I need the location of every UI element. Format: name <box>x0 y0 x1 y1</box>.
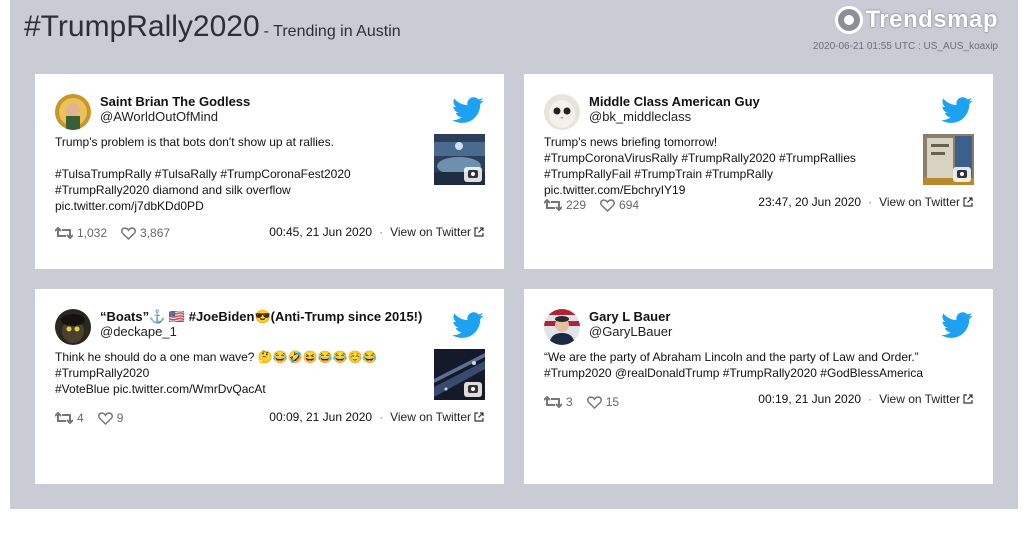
twitter-bird-icon[interactable] <box>452 312 484 339</box>
retweet-count[interactable]: 1,032 <box>55 226 107 240</box>
heart-icon <box>586 395 602 409</box>
tweet-footer: 23:47, 20 Jun 2020 · View on Twitter <box>758 195 973 209</box>
heart-icon <box>97 411 113 425</box>
hashtag-title: #TrumpRally2020 <box>24 10 260 43</box>
tweet-card: “Boats”⚓️ 🇺🇸 #JoeBiden😎(Anti-Trump since… <box>35 289 504 484</box>
like-count[interactable]: 15 <box>586 395 620 409</box>
like-value: 9 <box>116 411 124 425</box>
tweet-footer: 00:09, 21 Jun 2020 · View on Twitter <box>269 410 484 424</box>
tweet-card: Saint Brian The Godless @AWorldOutOfMind… <box>35 74 504 269</box>
media-thumbnail[interactable] <box>434 134 485 185</box>
twitter-bird-icon[interactable] <box>941 97 973 124</box>
page-title: #TrumpRally2020- Trending in Austin <box>24 10 401 44</box>
camera-icon <box>464 382 482 397</box>
retweet-value: 229 <box>566 198 587 212</box>
heart-icon <box>600 198 615 212</box>
retweet-icon <box>544 396 562 408</box>
tweet-date[interactable]: 00:09, 21 Jun 2020 <box>269 410 372 424</box>
external-link-icon <box>474 412 484 422</box>
author-handle[interactable]: @AWorldOutOfMind <box>100 109 218 124</box>
separator-dot: · <box>379 225 384 239</box>
retweet-count[interactable]: 229 <box>544 198 586 212</box>
retweet-icon <box>55 412 73 424</box>
view-on-twitter-link[interactable]: View on Twitter <box>390 410 471 424</box>
tweet-body: Trump's problem is that bots don't show … <box>55 135 351 213</box>
trendsmap-logo[interactable]: Trendsmap <box>835 6 998 34</box>
retweet-value: 3 <box>566 395 573 409</box>
external-link-icon <box>963 197 973 207</box>
author-handle[interactable]: @deckape_1 <box>100 324 177 339</box>
like-count[interactable]: 3,867 <box>121 226 170 240</box>
media-thumbnail[interactable] <box>434 349 485 400</box>
view-on-twitter-link[interactable]: View on Twitter <box>879 392 960 406</box>
tweet-footer: 00:19, 21 Jun 2020 · View on Twitter <box>758 392 973 406</box>
tweet-text: Think he should do a one man wave? 🤔😂🤣😆😂… <box>55 349 425 397</box>
view-on-twitter-link[interactable]: View on Twitter <box>390 225 471 239</box>
separator-dot: · <box>868 392 873 406</box>
author-name[interactable]: Middle Class American Guy <box>589 94 760 109</box>
trending-panel: #TrumpRally2020- Trending in Austin Tren… <box>10 0 1018 509</box>
retweet-count[interactable]: 3 <box>544 395 573 409</box>
retweet-value: 1,032 <box>77 226 108 240</box>
tweet-card: Middle Class American Guy @bk_middleclas… <box>524 74 993 269</box>
trendsmap-globe-icon <box>835 6 864 34</box>
separator-dot: · <box>379 410 384 424</box>
avatar[interactable] <box>55 94 91 130</box>
view-on-twitter-link[interactable]: View on Twitter <box>879 195 960 209</box>
like-count[interactable]: 694 <box>600 198 639 212</box>
tweet-card: Gary L Bauer @GaryLBauer “We are the par… <box>524 289 993 484</box>
author-name[interactable]: Saint Brian The Godless <box>100 94 250 109</box>
author-name[interactable]: Gary L Bauer <box>589 309 670 324</box>
tweet-date[interactable]: 00:45, 21 Jun 2020 <box>269 225 372 239</box>
camera-icon <box>464 167 482 182</box>
avatar[interactable] <box>544 94 580 130</box>
retweet-icon <box>544 199 562 211</box>
external-link-icon <box>963 394 973 404</box>
tweet-text: Trump's problem is that bots don't show … <box>55 134 425 214</box>
tweet-text: “We are the party of Abraham Lincoln and… <box>544 349 964 381</box>
separator-dot: · <box>868 195 873 209</box>
twitter-bird-icon[interactable] <box>941 312 973 339</box>
media-thumbnail[interactable] <box>923 134 974 185</box>
external-link-icon <box>474 227 484 237</box>
retweet-icon <box>55 227 73 239</box>
timestamp-meta: 2020-06-21 01:55 UTC : US_AUS_koaxip <box>812 41 998 52</box>
brand-name: Trendsmap <box>865 6 998 33</box>
tweet-stats: 3 15 <box>544 395 633 409</box>
author-name[interactable]: “Boats”⚓️ 🇺🇸 #JoeBiden😎(Anti-Trump since… <box>100 309 422 325</box>
tweet-stats: 229 694 <box>544 198 653 212</box>
tweet-date[interactable]: 00:19, 21 Jun 2020 <box>758 392 861 406</box>
author-handle[interactable]: @GaryLBauer <box>589 324 672 339</box>
tweet-stats: 4 9 <box>55 411 137 425</box>
heart-icon <box>121 226 136 240</box>
avatar[interactable] <box>55 309 91 345</box>
camera-icon <box>953 167 971 182</box>
tweet-date[interactable]: 23:47, 20 Jun 2020 <box>758 195 861 209</box>
like-count[interactable]: 9 <box>97 411 124 425</box>
like-value: 3,867 <box>140 226 171 240</box>
tweet-stats: 1,032 3,867 <box>55 226 184 240</box>
retweet-value: 4 <box>77 411 84 425</box>
tweet-body: Think he should do a one man wave? 🤔😂🤣😆😂… <box>55 350 378 396</box>
avatar[interactable] <box>544 309 580 345</box>
like-value: 15 <box>605 395 620 409</box>
location-subtitle: - Trending in Austin <box>263 23 401 40</box>
like-value: 694 <box>619 198 640 212</box>
retweet-count[interactable]: 4 <box>55 411 84 425</box>
twitter-bird-icon[interactable] <box>452 97 484 124</box>
tweet-footer: 00:45, 21 Jun 2020 · View on Twitter <box>269 225 484 239</box>
tweet-body: Trump's news briefing tomorrow! #TrumpCo… <box>544 135 856 197</box>
tweet-body: “We are the party of Abraham Lincoln and… <box>544 350 924 380</box>
author-handle[interactable]: @bk_middleclass <box>589 109 691 124</box>
tweet-text: Trump's news briefing tomorrow! #TrumpCo… <box>544 134 914 198</box>
